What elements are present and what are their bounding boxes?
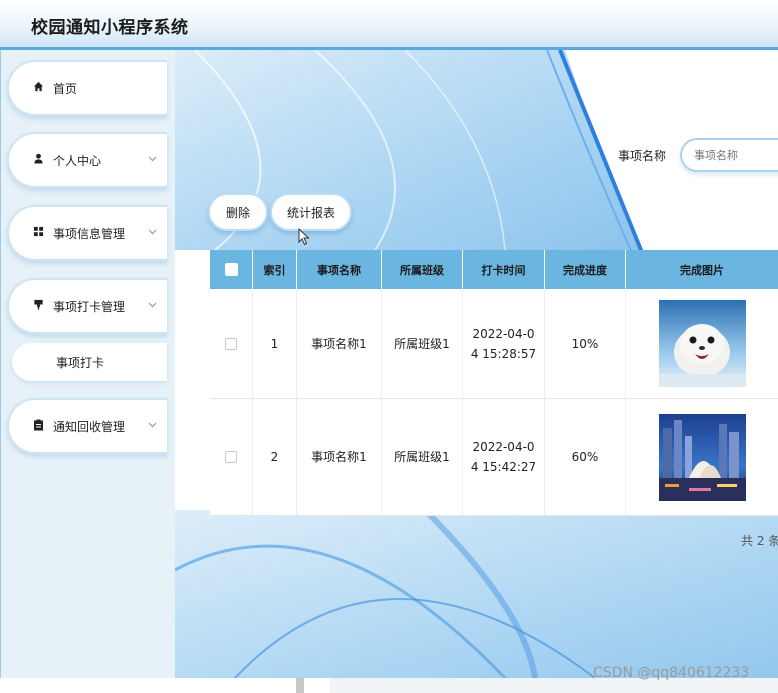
image-cell: [626, 399, 778, 515]
sidebar-item-label: 事项打卡管理: [53, 299, 126, 314]
index-cell: 1: [253, 289, 297, 398]
sidebar-item-label: 通知回收管理: [53, 419, 126, 434]
pagination-total: 共 2 条: [741, 534, 778, 548]
column-header: 所属班级: [382, 250, 463, 289]
row-select-cell[interactable]: [210, 289, 253, 398]
sidebar-item-label: 事项信息管理: [53, 226, 126, 241]
row-checkbox[interactable]: [225, 337, 237, 350]
table-row[interactable]: 2 事项名称1 所属班级1 2022-04-0 4 15:42:27 60%: [210, 399, 778, 516]
seal-photo[interactable]: [658, 300, 746, 387]
select-all-cell[interactable]: [210, 250, 253, 289]
index-cell: 2: [253, 399, 297, 515]
top-header: 校园通知小程序系统: [0, 0, 778, 50]
sidebar-item-home[interactable]: 首页: [7, 60, 167, 116]
pin-icon: [31, 299, 45, 313]
checkin-time-cell: 2022-04-0 4 15:42:27: [463, 399, 545, 515]
image-cell: [626, 289, 778, 398]
row-select-cell[interactable]: [210, 399, 253, 515]
sidebar: 首页 个人中心 事项信息管理 事项打卡管理 事项打卡 通知回收管理: [0, 50, 175, 678]
event-name-cell: 事项名称1: [297, 289, 382, 398]
main-content: 事项名称 删除 统计报表 索引 事项名称 所属班级 打卡时间 完成进度 完成图片…: [175, 50, 778, 678]
class-cell: 所属班级1: [382, 289, 463, 398]
table-header-row: 索引 事项名称 所属班级 打卡时间 完成进度 完成图片: [210, 250, 778, 289]
time-line: 4 15:42:27: [470, 460, 537, 474]
sidebar-item-label: 个人中心: [53, 153, 102, 168]
column-header: 打卡时间: [463, 250, 545, 289]
select-all-checkbox[interactable]: [224, 263, 238, 276]
chevron-down-icon: [148, 300, 157, 311]
mouse-cursor-icon: [298, 227, 310, 250]
time-line: 4 15:28:57: [470, 346, 537, 361]
data-table: 索引 事项名称 所属班级 打卡时间 完成进度 完成图片 1 事项名称1 所属班级…: [210, 250, 778, 516]
class-cell: 所属班级1: [382, 399, 463, 515]
sidebar-item-label: 首页: [53, 81, 78, 96]
chevron-down-icon: [148, 154, 157, 165]
report-button[interactable]: 统计报表: [270, 193, 352, 231]
sidebar-item-event-info[interactable]: 事项信息管理: [7, 205, 167, 261]
clipboard-icon: [31, 419, 45, 434]
chevron-down-icon: [148, 420, 157, 431]
scroll-divider: [296, 678, 304, 693]
column-header: 完成进度: [545, 250, 626, 289]
column-header: 索引: [253, 250, 297, 289]
app-title: 校园通知小程序系统: [31, 18, 189, 38]
event-name-cell: 事项名称1: [297, 399, 382, 515]
watermark: CSDN @qq840612233: [593, 665, 750, 681]
search-label: 事项名称: [618, 149, 667, 163]
row-checkbox[interactable]: [225, 451, 237, 463]
delete-button[interactable]: 删除: [208, 193, 268, 231]
sidebar-item-notice-recycle[interactable]: 通知回收管理: [7, 398, 167, 454]
grid-icon: [31, 226, 45, 240]
chevron-down-icon: [148, 227, 157, 238]
home-icon: [31, 81, 45, 95]
sidebar-item-personal-center[interactable]: 个人中心: [7, 132, 167, 188]
column-header: 完成图片: [680, 263, 724, 277]
time-line: 2022-04-0: [472, 440, 535, 454]
progress-cell: 10%: [545, 289, 626, 398]
table-row[interactable]: 1 事项名称1 所属班级1 2022-04-0 4 15:28:57 10%: [210, 289, 778, 399]
user-icon: [31, 153, 45, 167]
checkin-time-cell: 2022-04-0 4 15:28:57: [463, 289, 545, 398]
city-night-photo[interactable]: [658, 413, 746, 501]
sidebar-subitem-checkin[interactable]: 事项打卡: [12, 343, 167, 381]
sidebar-item-checkin-manage[interactable]: 事项打卡管理: [7, 278, 167, 334]
search-input[interactable]: [680, 138, 778, 172]
sidebar-item-label: 事项打卡: [56, 355, 105, 370]
time-line: 2022-04-0: [472, 326, 535, 341]
column-header: 事项名称: [297, 250, 382, 289]
progress-cell: 60%: [545, 399, 626, 515]
